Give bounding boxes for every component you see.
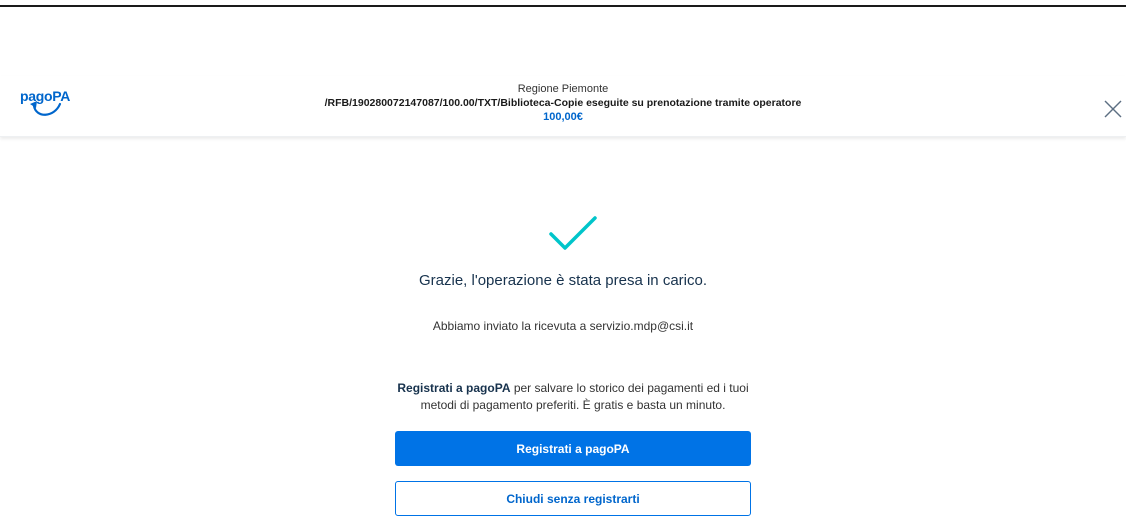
close-icon [1104,100,1122,118]
register-button[interactable]: Registrati a pagoPA [395,431,751,466]
register-message: Registrati a pagoPA per salvare lo stori… [383,380,763,414]
payment-causale: /RFB/190280072147087/100.00/TXT/Bibliote… [324,97,802,109]
top-divider [0,5,1126,7]
payment-amount: 100,00€ [543,111,583,123]
check-icon [547,214,599,254]
receipt-email-message: Abbiamo inviato la ricevuta a servizio.m… [432,319,694,333]
ente-name: Regione Piemonte [517,83,609,95]
payment-header: pagoPA Regione Piemonte /RFB/19028007214… [0,76,1126,137]
register-message-bold: Registrati a pagoPA [397,381,511,395]
confirmation-title: Grazie, l'operazione è stata presa in ca… [418,272,707,289]
close-button[interactable] [1102,98,1124,120]
payment-summary: Regione Piemonte /RFB/190280072147087/10… [0,82,1126,124]
close-without-register-button[interactable]: Chiudi senza registrarti [395,481,751,516]
